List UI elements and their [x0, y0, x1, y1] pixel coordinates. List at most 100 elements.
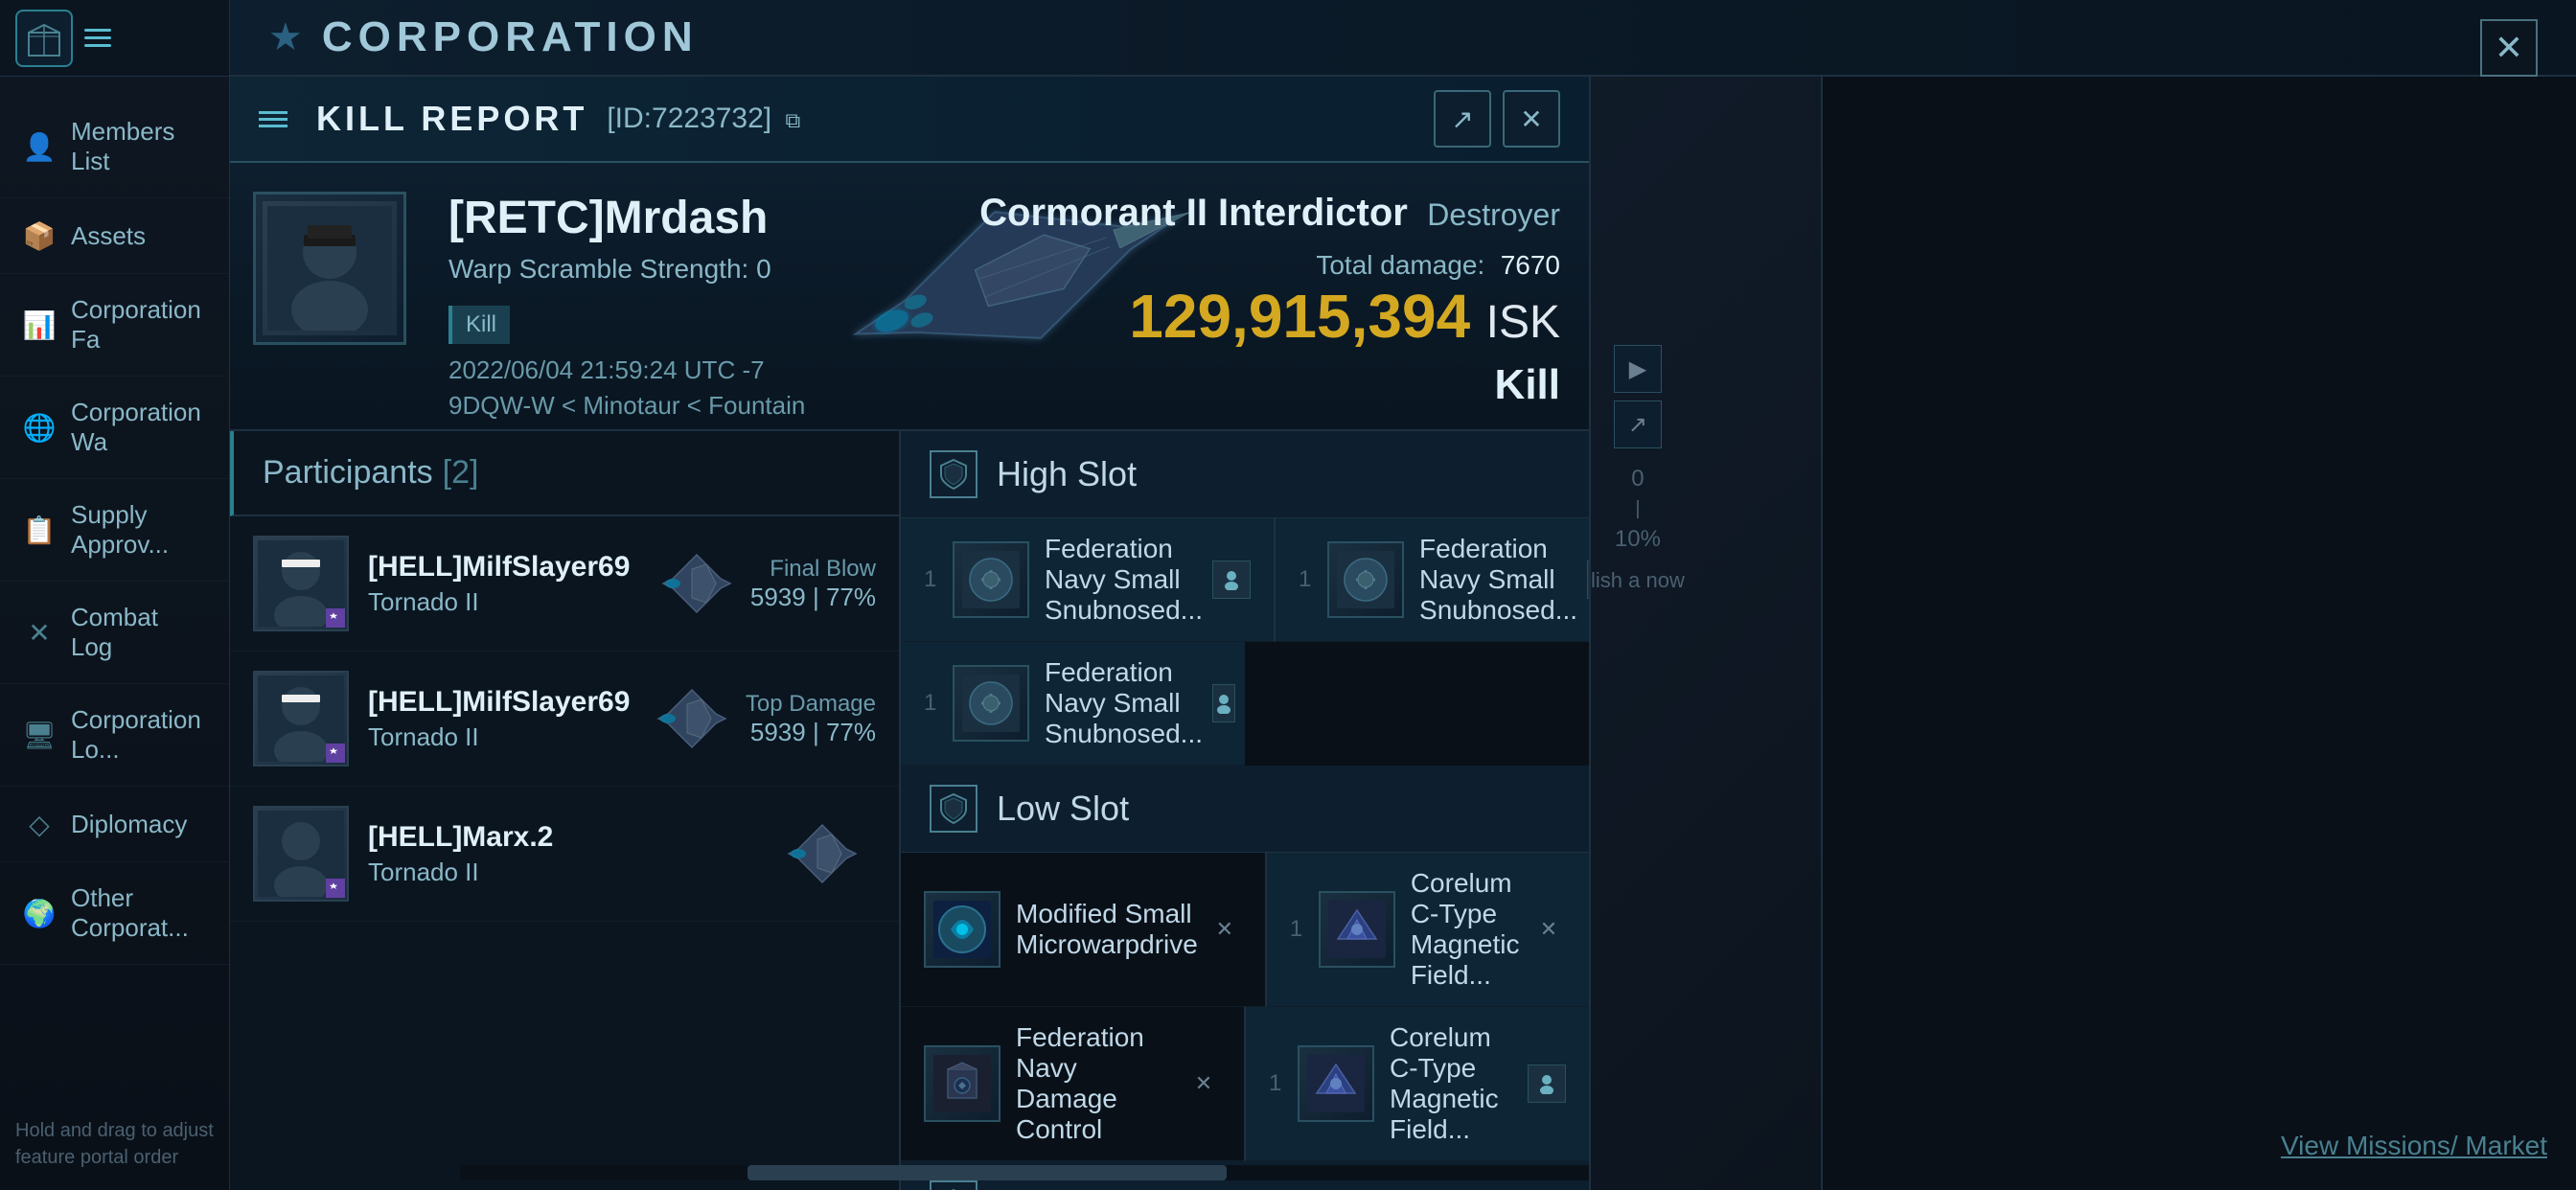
slot-item-name-corelum2: Corelum C-Type Magnetic Field...	[1390, 1022, 1518, 1145]
slot-item-name-1: Federation Navy Small Snubnosed...	[1045, 534, 1203, 626]
slot-person-icon-2	[1212, 684, 1235, 722]
participant-stat-value-1: 5939 | 77%	[750, 583, 876, 612]
pagination-display: 0 | 10%	[1615, 466, 1661, 553]
ship-stats: Cormorant II Interdictor Destroyer Total…	[979, 192, 1560, 409]
sidebar-item-label: Supply Approv...	[71, 500, 206, 560]
sidebar-item-label: Corporation Wa	[71, 398, 206, 457]
slot-x-icon-2: ✕	[1531, 912, 1566, 947]
participant-details-1: [HELL]MilfSlayer69 Tornado II	[368, 551, 643, 617]
slot-item-name-2: Federation Navy Small Snubnosed...	[1045, 657, 1203, 749]
slot-num: 1	[1299, 566, 1327, 593]
high-slot-item-2[interactable]: 1 Federation Navy Small Snubnosed...	[901, 642, 1245, 766]
view-missions-link[interactable]: View Missions/ Market	[2281, 1131, 2547, 1161]
slot-x-icon-3: ✕	[1186, 1066, 1221, 1101]
slot-num: 1	[924, 690, 953, 717]
kill-report-actions: ↗ ✕	[1434, 90, 1560, 148]
sidebar-item-other[interactable]: 🌍 Other Corporat...	[0, 862, 229, 965]
low-slot-item-2[interactable]: Federation Navy Damage Control ✕	[901, 1007, 1244, 1161]
low-slot-item-1[interactable]: Modified Small Microwarpdrive ✕	[901, 853, 1265, 1007]
participant-stat-value-2: 5939 | 77%	[746, 718, 876, 747]
slot-item-name-corelum1: Corelum C-Type Magnetic Field...	[1411, 868, 1522, 991]
participant-avatar-2	[253, 671, 349, 767]
corp-log-icon: 🖥	[23, 719, 56, 751]
assets-icon: 📦	[23, 219, 56, 252]
kill-report-id: [ID:7223732] ⧉	[607, 103, 800, 135]
slot-item-icon-corelum2	[1298, 1045, 1374, 1122]
participants-title: Participants	[263, 454, 433, 492]
sidebar-item-supply[interactable]: 📋 Supply Approv...	[0, 479, 229, 582]
nav-controls: ▶ ↗ 0 | 10% lish a now	[1591, 345, 1685, 593]
participant-row[interactable]: [HELL]MilfSlayer69 Tornado II Final Blow…	[230, 516, 899, 652]
kill-report-panel: KILL REPORT [ID:7223732] ⧉ ↗ ✕	[230, 77, 1591, 1190]
nav-export-arrow[interactable]: ↗	[1614, 400, 1662, 448]
nav-right-arrow[interactable]: ▶	[1614, 345, 1662, 393]
sidebar-item-corp-wallet[interactable]: 🌐 Corporation Wa	[0, 377, 229, 479]
horizontal-scrollbar[interactable]	[460, 1165, 1589, 1180]
participants-count: [2]	[443, 454, 479, 492]
slot-item-name-1r: Federation Navy Small Snubnosed...	[1419, 534, 1577, 626]
low-slot-row-2: Federation Navy Damage Control ✕ 1	[901, 1007, 1589, 1161]
establish-link: lish a now	[1591, 568, 1685, 593]
participant-ship-3: Tornado II	[368, 858, 769, 887]
members-icon: 👤	[23, 130, 56, 163]
participant-row[interactable]: [HELL]Marx.2 Tornado II	[230, 787, 899, 922]
participant-details-2: [HELL]MilfSlayer69 Tornado II	[368, 686, 638, 752]
corp-header: ★ CORPORATION	[230, 0, 2576, 77]
sidebar-item-label: Diplomacy	[71, 810, 187, 839]
ship-display: Cormorant II Interdictor Destroyer Total…	[773, 163, 1589, 429]
slot-num: 1	[1269, 1070, 1298, 1097]
sidebar-item-assets[interactable]: 📦 Assets	[0, 198, 229, 274]
participant-stats-2: Top Damage 5939 | 77%	[746, 691, 876, 747]
high-slot-item-1[interactable]: 1 Federation Navy Small Snubnosed...	[901, 518, 1274, 642]
slot-item-icon	[953, 541, 1029, 618]
participant-ship-2: Tornado II	[368, 722, 638, 752]
participant-avatar-1	[253, 536, 349, 631]
sidebar-item-label: Combat Log	[71, 603, 206, 662]
package-icon	[23, 17, 65, 59]
isk-row: 129,915,394 ISK	[979, 281, 1560, 352]
rank-badge	[326, 744, 345, 763]
sidebar-item-combat[interactable]: ✕ Combat Log	[0, 582, 229, 684]
sidebar-menu-button[interactable]	[84, 29, 111, 47]
export-button[interactable]: ↗	[1434, 90, 1491, 148]
low-slot-row-1: Modified Small Microwarpdrive ✕ 1	[901, 853, 1589, 1007]
low-slot-item-2-right[interactable]: 1 Corelum C-Type Magnetic Field...	[1244, 1007, 1589, 1161]
slot-x-icon: ✕	[1208, 912, 1242, 947]
participant-ship-icon-1	[658, 550, 735, 617]
participant-row[interactable]: [HELL]MilfSlayer69 Tornado II Top Damage…	[230, 652, 899, 787]
close-button[interactable]: ✕	[2480, 19, 2538, 77]
low-slot-item-1-right[interactable]: 1 Corelum C-Type Magnetic Field... ✕	[1265, 853, 1589, 1007]
low-slot-header: Low Slot	[901, 766, 1589, 853]
sidebar-item-members[interactable]: 👤 Members List	[0, 96, 229, 198]
ship-name: Cormorant II Interdictor Destroyer	[979, 192, 1560, 235]
sidebar-item-label: Corporation Fa	[71, 295, 206, 355]
mid-slot-title: Mid Slot	[997, 1184, 1121, 1190]
slot-person-icon	[1212, 561, 1251, 599]
scrollbar-thumb[interactable]	[748, 1165, 1227, 1180]
participant-name-2: [HELL]MilfSlayer69	[368, 686, 638, 719]
corp-wallet-icon: 🌐	[23, 411, 56, 444]
participant-role-2: Top Damage	[746, 691, 876, 718]
high-slot-item-1-right[interactable]: 1 Federation Navy Small Snubnosed...	[1274, 518, 1589, 642]
slot-item-icon	[1327, 541, 1404, 618]
main-area: ★ CORPORATION ✕ KILL REPORT [ID:7223732]…	[230, 0, 2576, 1190]
sidebar-item-corp-finance[interactable]: 📊 Corporation Fa	[0, 274, 229, 377]
combat-icon: ✕	[23, 616, 56, 649]
kill-report-menu-button[interactable]	[259, 111, 288, 127]
content-area: Participants [2]	[230, 431, 1589, 1190]
supply-icon: 📋	[23, 514, 56, 546]
slot-person-icon-corelum	[1528, 1064, 1566, 1103]
kill-report-header: KILL REPORT [ID:7223732] ⧉ ↗ ✕	[230, 77, 1589, 163]
participants-header: Participants [2]	[230, 431, 899, 516]
low-slot-title: Low Slot	[997, 789, 1129, 829]
sidebar-item-label: Corporation Lo...	[71, 705, 206, 765]
slot-shield-icon	[930, 450, 978, 498]
sidebar: 👤 Members List 📦 Assets 📊 Corporation Fa…	[0, 0, 230, 1190]
corp-finance-icon: 📊	[23, 309, 56, 341]
sidebar-logo	[15, 10, 73, 67]
sidebar-item-label: Assets	[71, 221, 146, 251]
participant-name-3: [HELL]Marx.2	[368, 821, 769, 854]
sidebar-item-corp-log[interactable]: 🖥 Corporation Lo...	[0, 684, 229, 787]
kill-report-close-button[interactable]: ✕	[1503, 90, 1560, 148]
sidebar-item-diplomacy[interactable]: ◇ Diplomacy	[0, 787, 229, 862]
